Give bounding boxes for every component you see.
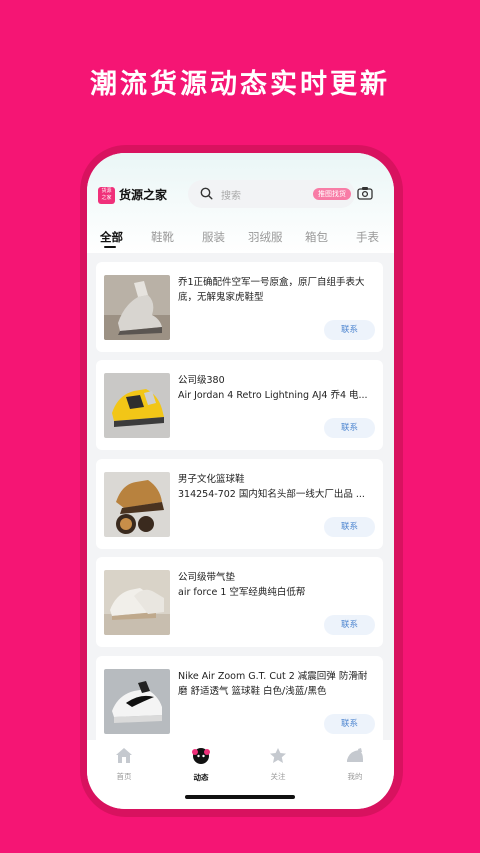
contact-button[interactable]: 联系 — [324, 517, 375, 537]
nav-profile[interactable]: 我的 — [335, 747, 375, 782]
logo-text-top: 货源 — [101, 188, 112, 194]
title-line-1: 公司级380 — [178, 375, 225, 386]
tab-all[interactable]: 全部 — [100, 229, 123, 245]
app-logo: 货源 之家 — [98, 187, 115, 204]
home-indicator — [185, 795, 295, 799]
nav-feed[interactable]: 动态 — [181, 747, 221, 783]
home-icon — [116, 748, 132, 763]
tab-shoes[interactable]: 鞋靴 — [151, 229, 174, 245]
title-line-1: Nike Air Zoom G.T. Cut 2 减震回弹 防滑耐 — [178, 671, 368, 682]
nav-following[interactable]: 关注 — [258, 747, 298, 782]
star-icon — [270, 748, 286, 763]
logo-text-bottom: 之家 — [101, 195, 112, 201]
product-thumbnail[interactable] — [104, 570, 170, 635]
title-line-1: 男子文化篮球鞋 — [178, 474, 245, 485]
nav-home[interactable]: 首页 — [104, 747, 144, 782]
title-line-2: 314254-702 国内知名头部一线大厂出品 ... — [178, 489, 365, 500]
title-line-2: 磨 舒适透气 篮球鞋 白色/浅蓝/黑色 — [178, 686, 327, 697]
feed-icon — [192, 748, 210, 764]
nav-following-label: 关注 — [270, 772, 286, 781]
product-title: 乔1正确配件空军一号原盒，原厂自组手表大 底，无解鬼家虎鞋型 — [178, 275, 376, 305]
app-screen: 货源 之家 货源之家 搜索 推图找货 全部 鞋靴 服装 羽绒服 箱包 手表 乔1… — [87, 153, 394, 809]
title-line-1: 公司级带气垫 — [178, 572, 236, 583]
promo-headline: 潮流货源动态实时更新 — [90, 69, 390, 100]
list-item[interactable]: 乔1正确配件空军一号原盒，原厂自组手表大 底，无解鬼家虎鞋型 联系 — [96, 262, 383, 352]
title-line-2: 底，无解鬼家虎鞋型 — [178, 292, 264, 303]
contact-button[interactable]: 联系 — [324, 320, 375, 340]
title-line-2: Air Jordan 4 Retro Lightning AJ4 乔4 电... — [178, 390, 368, 401]
search-placeholder: 搜索 — [221, 191, 241, 202]
category-tabs: 全部 鞋靴 服装 羽绒服 箱包 手表 — [100, 229, 394, 253]
product-title: Nike Air Zoom G.T. Cut 2 减震回弹 防滑耐 磨 舒适透气… — [178, 669, 376, 699]
nav-profile-label: 我的 — [347, 772, 363, 781]
tab-down-jackets[interactable]: 羽绒服 — [248, 229, 283, 245]
product-title: 公司级380 Air Jordan 4 Retro Lightning AJ4 … — [178, 373, 376, 403]
profile-icon — [347, 748, 363, 762]
camera-icon[interactable] — [357, 186, 373, 200]
tab-bags[interactable]: 箱包 — [305, 229, 328, 245]
image-search-button[interactable]: 推图找货 — [313, 188, 351, 200]
title-line-1: 乔1正确配件空军一号原盒，原厂自组手表大 — [178, 277, 365, 288]
search-bar[interactable]: 搜索 推图找货 — [188, 180, 355, 208]
nav-feed-label: 动态 — [193, 773, 209, 782]
top-bar: 货源 之家 货源之家 搜索 推图找货 全部 鞋靴 服装 羽绒服 箱包 手表 — [87, 153, 394, 253]
brand-name: 货源之家 — [119, 188, 168, 202]
product-thumbnail[interactable] — [104, 472, 170, 537]
title-line-2: air force 1 空军经典纯白低帮 — [178, 587, 306, 598]
contact-button[interactable]: 联系 — [324, 615, 375, 635]
product-title: 男子文化篮球鞋 314254-702 国内知名头部一线大厂出品 ... — [178, 472, 376, 502]
tab-clothing[interactable]: 服装 — [202, 229, 225, 245]
contact-button[interactable]: 联系 — [324, 418, 375, 438]
list-item[interactable]: 公司级带气垫 air force 1 空军经典纯白低帮 联系 — [96, 557, 383, 647]
list-item[interactable]: 公司级380 Air Jordan 4 Retro Lightning AJ4 … — [96, 360, 383, 450]
product-thumbnail[interactable] — [104, 275, 170, 340]
product-title: 公司级带气垫 air force 1 空军经典纯白低帮 — [178, 570, 376, 600]
product-thumbnail[interactable] — [104, 669, 170, 734]
list-item[interactable]: 男子文化篮球鞋 314254-702 国内知名头部一线大厂出品 ... 联系 — [96, 459, 383, 549]
contact-button[interactable]: 联系 — [324, 714, 375, 734]
nav-home-label: 首页 — [116, 772, 132, 781]
active-tab-indicator — [104, 246, 116, 248]
search-icon — [200, 187, 213, 200]
product-thumbnail[interactable] — [104, 373, 170, 438]
list-item[interactable]: Nike Air Zoom G.T. Cut 2 减震回弹 防滑耐 磨 舒适透气… — [96, 656, 383, 746]
tab-watches[interactable]: 手表 — [356, 229, 379, 245]
